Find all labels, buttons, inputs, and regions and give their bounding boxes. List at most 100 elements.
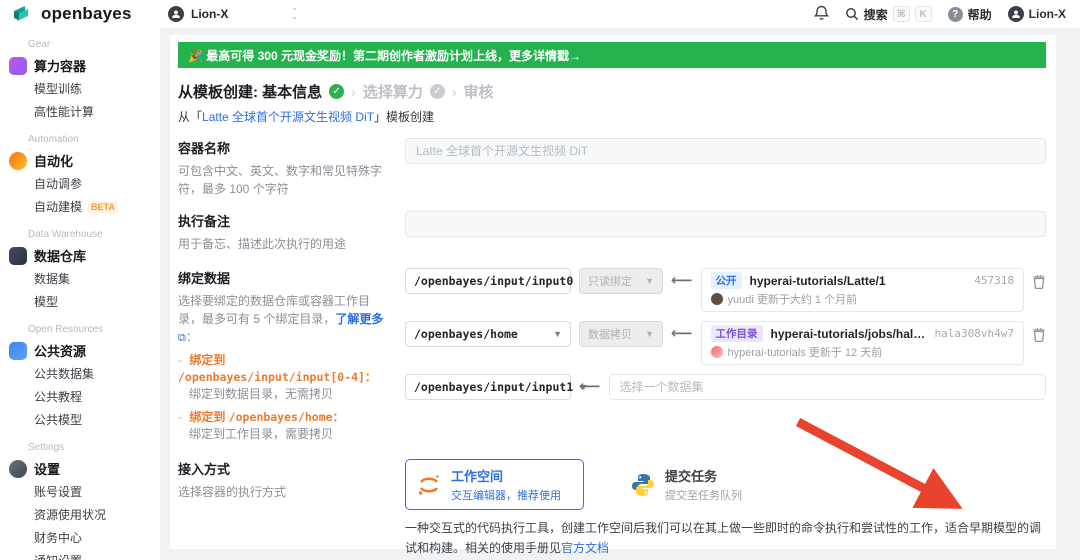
check-pending-icon: ✓: [430, 84, 445, 99]
help-label: 帮助: [968, 6, 992, 23]
bind-arrow-icon: ⟵: [671, 321, 693, 347]
run-note-desc: 用于备忘、描述此次执行的用途: [178, 235, 387, 253]
dataset-card-2[interactable]: 工作目录 hyperai-tutorials/jobs/hala308vh4w7…: [701, 321, 1024, 365]
chevron-updown-icon: ⌃⌄: [291, 9, 298, 19]
delete-binding-icon[interactable]: [1032, 327, 1046, 345]
container-name-label: 容器名称: [178, 138, 387, 157]
data-warehouse-icon: [9, 247, 27, 265]
openbayes-logo[interactable]: openbayes: [0, 4, 160, 24]
access-mode-label: 接入方式: [178, 459, 387, 478]
top-bar: openbayes Lion-X ⌃⌄ 搜索 ⌘ K ? 帮助 Lion-X: [0, 0, 1080, 28]
mount-mode-select-2[interactable]: 数据拷贝 ▼: [579, 321, 663, 347]
sidebar-item-account-settings[interactable]: 账号设置: [0, 480, 160, 503]
mount-path-select-3[interactable]: /openbayes/input/input1 ▼: [405, 374, 571, 400]
binding-row-3: /openbayes/input/input1 ▼ ⟵: [405, 374, 1046, 400]
dataset-meta: yuudi 更新于大约 1 个月前: [728, 291, 858, 307]
sidebar-item-notification-settings[interactable]: 通知设置: [0, 549, 160, 560]
sidebar-item-settings[interactable]: 设置: [0, 457, 160, 480]
search-icon: [845, 7, 859, 21]
bind-rule-home: - 绑定到 /openbayes/home： 绑定到工作目录，需要拷贝: [178, 409, 387, 444]
access-mode-desc: 选择容器的执行方式: [178, 483, 387, 501]
run-note-label: 执行备注: [178, 211, 387, 230]
bind-data-label: 绑定数据: [178, 268, 387, 287]
sidebar-item-resource-usage[interactable]: 资源使用状况: [0, 503, 160, 526]
wizard-steps: 从模板创建: 基本信息 ✓ › 选择算力 ✓ › 审核: [178, 81, 1046, 102]
sidebar-item-auto-tuning[interactable]: 自动调参: [0, 172, 160, 195]
help-menu[interactable]: ? 帮助: [948, 6, 992, 23]
dataset-id: hala308vh4w7: [935, 327, 1014, 340]
sidebar-item-billing-center[interactable]: 财务中心: [0, 526, 160, 549]
sidebar-item-models[interactable]: 模型: [0, 290, 160, 313]
run-note-input[interactable]: [405, 211, 1046, 237]
visibility-badge: 公开: [711, 272, 742, 289]
content-panel: 🎉 最高可得 300 元现金奖励！第二期创作者激励计划上线，更多详情戳→ 从模板…: [170, 35, 1056, 549]
user-menu[interactable]: Lion-X: [1008, 6, 1066, 22]
user-avatar: [1008, 6, 1024, 22]
container-name-input[interactable]: [405, 138, 1046, 164]
bullet-dash: -: [178, 410, 182, 424]
binding-row-2: /openbayes/home ▼ 数据拷贝 ▼ ⟵ 工作目录 hyperai-…: [405, 321, 1046, 365]
chevron-down-icon: ▼: [645, 329, 654, 339]
option-workspace[interactable]: 工作空间 交互编辑器，推荐使用: [405, 459, 584, 510]
openbayes-logo-icon: [13, 4, 35, 24]
external-doc-icon: ⧉: [178, 330, 186, 347]
run-note-section: 执行备注 用于备忘、描述此次执行的用途: [178, 211, 1046, 253]
step-separator: ›: [351, 84, 356, 100]
option-submit-task[interactable]: 提交任务 提交至任务队列: [630, 459, 742, 510]
container-name-desc: 可包含中文、英文、数字和常见特殊字符，最多 100 个字符: [178, 162, 387, 198]
sidebar-item-public-resources[interactable]: 公共资源: [0, 339, 160, 362]
delete-binding-icon[interactable]: [1032, 274, 1046, 292]
learn-more-link[interactable]: 了解更多: [335, 312, 383, 326]
public-resources-icon: [9, 342, 27, 360]
bind-rule-input: - 绑定到 /openbayes/input/input[0-4]： 绑定到数据…: [178, 352, 387, 404]
sidebar-item-public-models[interactable]: 公共模型: [0, 408, 160, 431]
container-name-section: 容器名称 可包含中文、英文、数字和常见特殊字符，最多 100 个字符: [178, 138, 1046, 198]
owner-avatar: [711, 346, 723, 358]
bullet-dash: -: [178, 353, 182, 367]
binding-row-1: /openbayes/input/input0 ▼ 只读绑定 ▼ ⟵ 公开 hy…: [405, 268, 1046, 312]
step-select-compute: 选择算力: [363, 81, 423, 102]
promo-banner[interactable]: 🎉 最高可得 300 元现金奖励！第二期创作者激励计划上线，更多详情戳→: [178, 42, 1046, 68]
workspace-selector[interactable]: Lion-X ⌃⌄: [168, 6, 298, 22]
dataset-meta: hyperai-tutorials 更新于 12 天前: [728, 344, 883, 360]
check-done-icon: ✓: [329, 84, 344, 99]
mount-path-select-2[interactable]: /openbayes/home ▼: [405, 321, 571, 347]
logo-text: openbayes: [41, 4, 132, 24]
sidebar-item-public-datasets[interactable]: 公共数据集: [0, 362, 160, 385]
beta-badge: BETA: [88, 201, 118, 213]
sidebar-section-data-warehouse: Data Warehouse: [28, 229, 160, 240]
template-subtitle: 从「Latte 全球首个开源文生视频 DiT」模板创建: [178, 108, 1046, 125]
dataset-search-input[interactable]: [609, 374, 1046, 400]
sidebar-item-data-warehouse[interactable]: 数据仓库: [0, 244, 160, 267]
sidebar-item-automation[interactable]: 自动化: [0, 149, 160, 172]
search-control[interactable]: 搜索 ⌘ K: [845, 6, 932, 23]
dataset-card-1[interactable]: 公开 hyperai-tutorials/Latte/1 457318 yuud…: [701, 268, 1024, 312]
workspace-description: 一种交互式的代码执行工具，创建工作空间后我们可以在其上做一些即时的命令执行和尝试…: [405, 519, 1046, 557]
sidebar-item-hpc[interactable]: 高性能计算: [0, 100, 160, 123]
sidebar: Gear 算力容器 模型训练 高性能计算 Automation 自动化 自动调参…: [0, 28, 160, 560]
sidebar-section-automation: Automation: [28, 134, 160, 145]
mount-mode-select-1[interactable]: 只读绑定 ▼: [579, 268, 663, 294]
sidebar-item-auto-modeling[interactable]: 自动建模BETA: [0, 195, 160, 218]
official-docs-link[interactable]: 官方文档: [561, 541, 609, 555]
sidebar-item-model-training[interactable]: 模型训练: [0, 77, 160, 100]
mount-path-select-1[interactable]: /openbayes/input/input0 ▼: [405, 268, 571, 294]
kbd-k-key: K: [915, 6, 932, 22]
sidebar-item-public-tutorials[interactable]: 公共教程: [0, 385, 160, 408]
access-mode-section: 接入方式 选择容器的执行方式 工作空间 交互编辑器，推荐使用: [178, 459, 1046, 557]
step-separator: ›: [452, 84, 457, 100]
workspace-avatar: [168, 6, 184, 22]
bind-arrow-icon: ⟵: [579, 374, 601, 400]
owner-avatar: [711, 293, 723, 305]
sidebar-item-datasets[interactable]: 数据集: [0, 267, 160, 290]
help-icon: ?: [948, 7, 963, 22]
notifications-bell-icon[interactable]: [814, 5, 829, 24]
sidebar-section-settings: Settings: [28, 442, 160, 453]
bind-arrow-icon: ⟵: [671, 268, 693, 294]
kbd-cmd-key: ⌘: [893, 6, 910, 22]
sidebar-item-compute-containers[interactable]: 算力容器: [0, 54, 160, 77]
automation-icon: [9, 152, 27, 170]
step-review: 审核: [464, 81, 494, 102]
dataset-title: hyperai-tutorials/Latte/1: [750, 274, 886, 288]
template-link[interactable]: Latte 全球首个开源文生视频 DiT: [202, 110, 374, 124]
